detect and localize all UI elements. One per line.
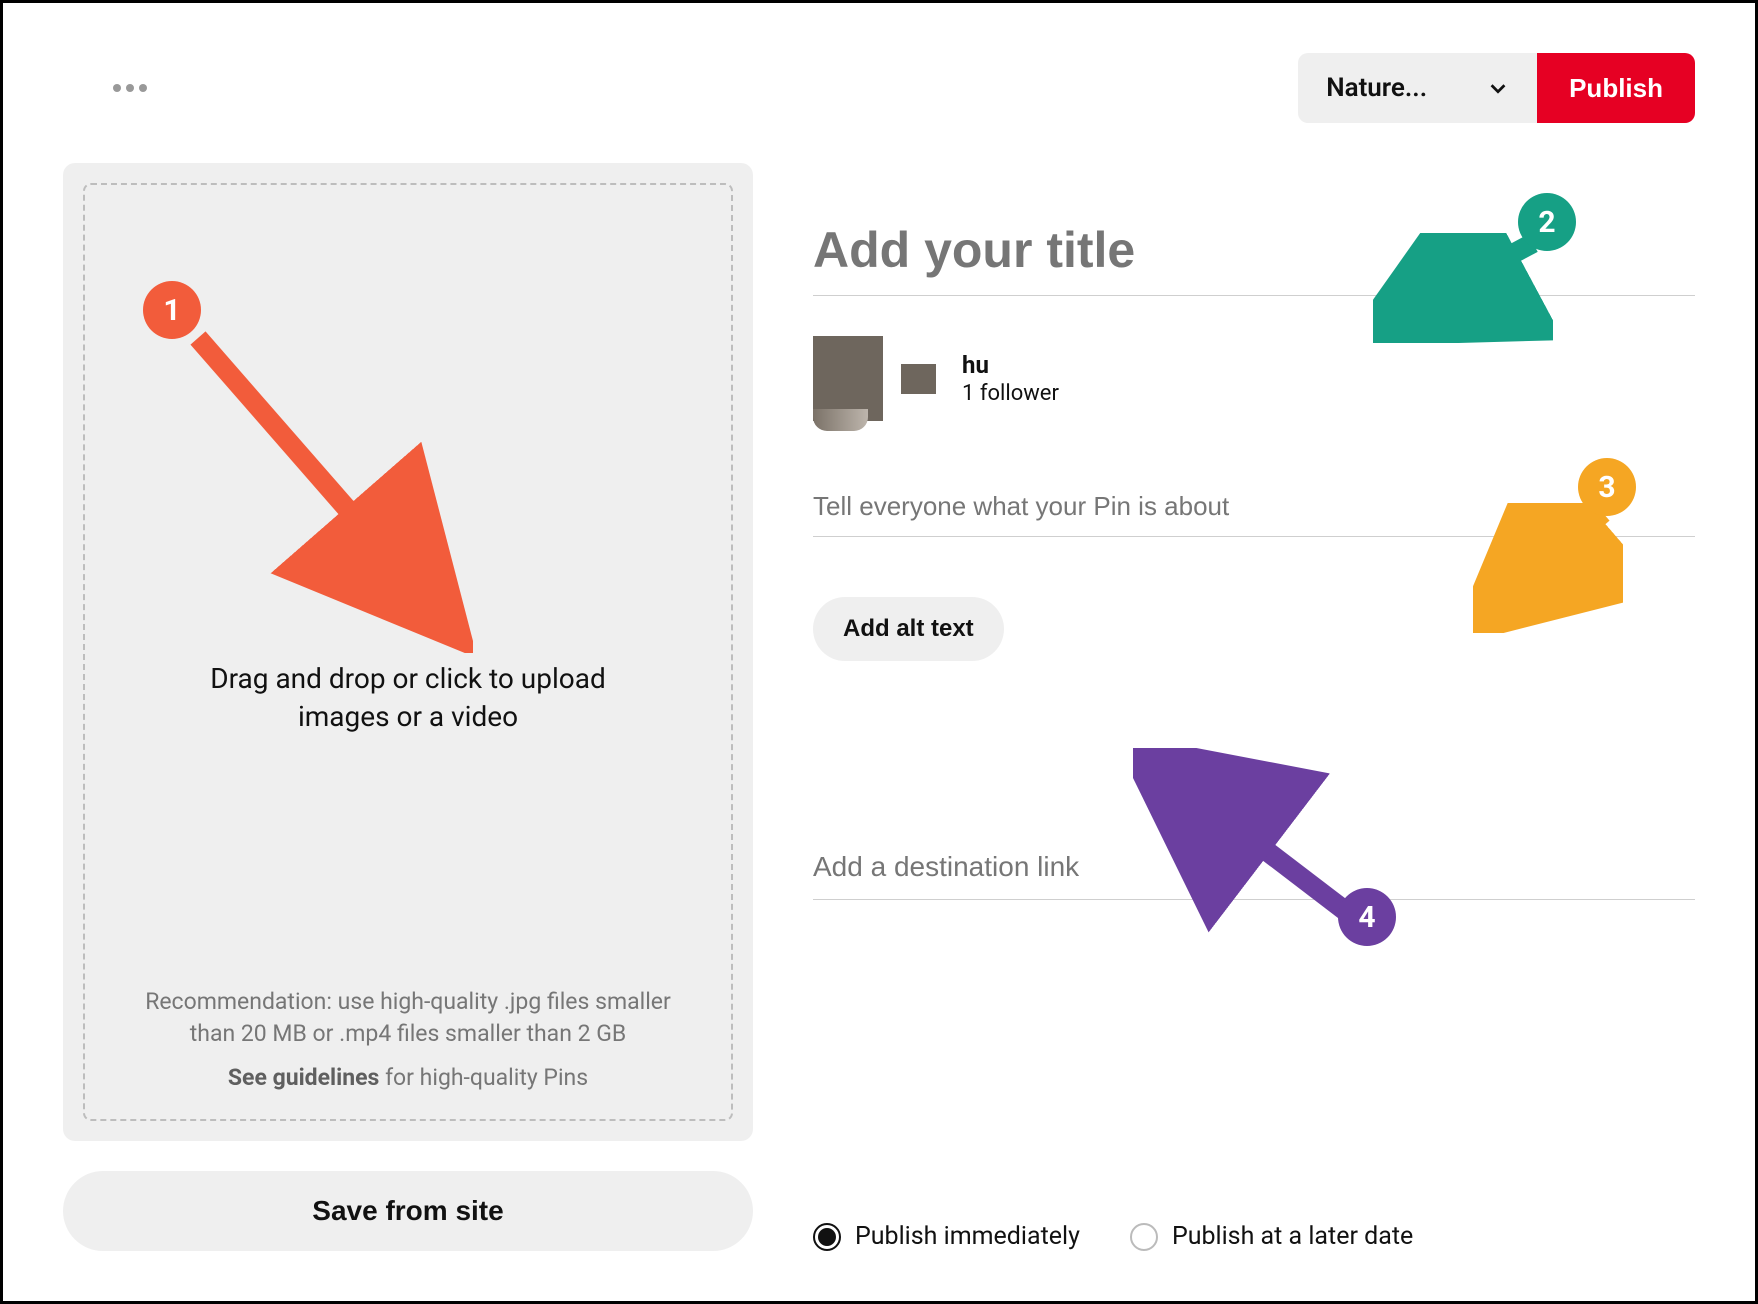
add-alt-text-button[interactable]: Add alt text xyxy=(813,597,1004,661)
profile-followers: 1 follower xyxy=(962,381,1059,406)
annotation-arrow-3 xyxy=(1473,503,1623,633)
board-select-label: Nature... xyxy=(1326,73,1427,103)
annotation-badge-2: 2 xyxy=(1518,193,1576,251)
profile-row: hu 1 follower xyxy=(813,336,1695,421)
upload-instruction: Drag and drop or click to upload images … xyxy=(198,660,618,736)
board-select[interactable]: Nature... xyxy=(1298,53,1537,123)
annotation-arrow-1 xyxy=(183,323,473,653)
radio-checked-icon xyxy=(813,1223,841,1251)
guidelines-link[interactable]: See guidelines for high-quality Pins xyxy=(125,1064,691,1091)
save-from-site-button[interactable]: Save from site xyxy=(63,1171,753,1251)
profile-name: hu xyxy=(962,351,1059,379)
upload-recommendation: Recommendation: use high-quality .jpg fi… xyxy=(125,986,691,1050)
avatar xyxy=(813,336,883,421)
annotation-arrow-4 xyxy=(1133,748,1373,948)
publish-button[interactable]: Publish xyxy=(1537,53,1695,123)
annotation-badge-3: 3 xyxy=(1578,458,1636,516)
annotation-badge-4: 4 xyxy=(1338,888,1396,946)
radio-unchecked-icon xyxy=(1130,1223,1158,1251)
chevron-down-icon xyxy=(1487,77,1509,99)
publish-immediately-label: Publish immediately xyxy=(855,1222,1080,1251)
publish-later-label: Publish at a later date xyxy=(1172,1222,1413,1251)
annotation-badge-1: 1 xyxy=(143,281,201,339)
annotation-arrow-2 xyxy=(1373,233,1553,343)
publish-later-radio[interactable]: Publish at a later date xyxy=(1130,1222,1413,1251)
publish-immediately-radio[interactable]: Publish immediately xyxy=(813,1222,1080,1251)
more-options-icon[interactable] xyxy=(113,84,147,92)
